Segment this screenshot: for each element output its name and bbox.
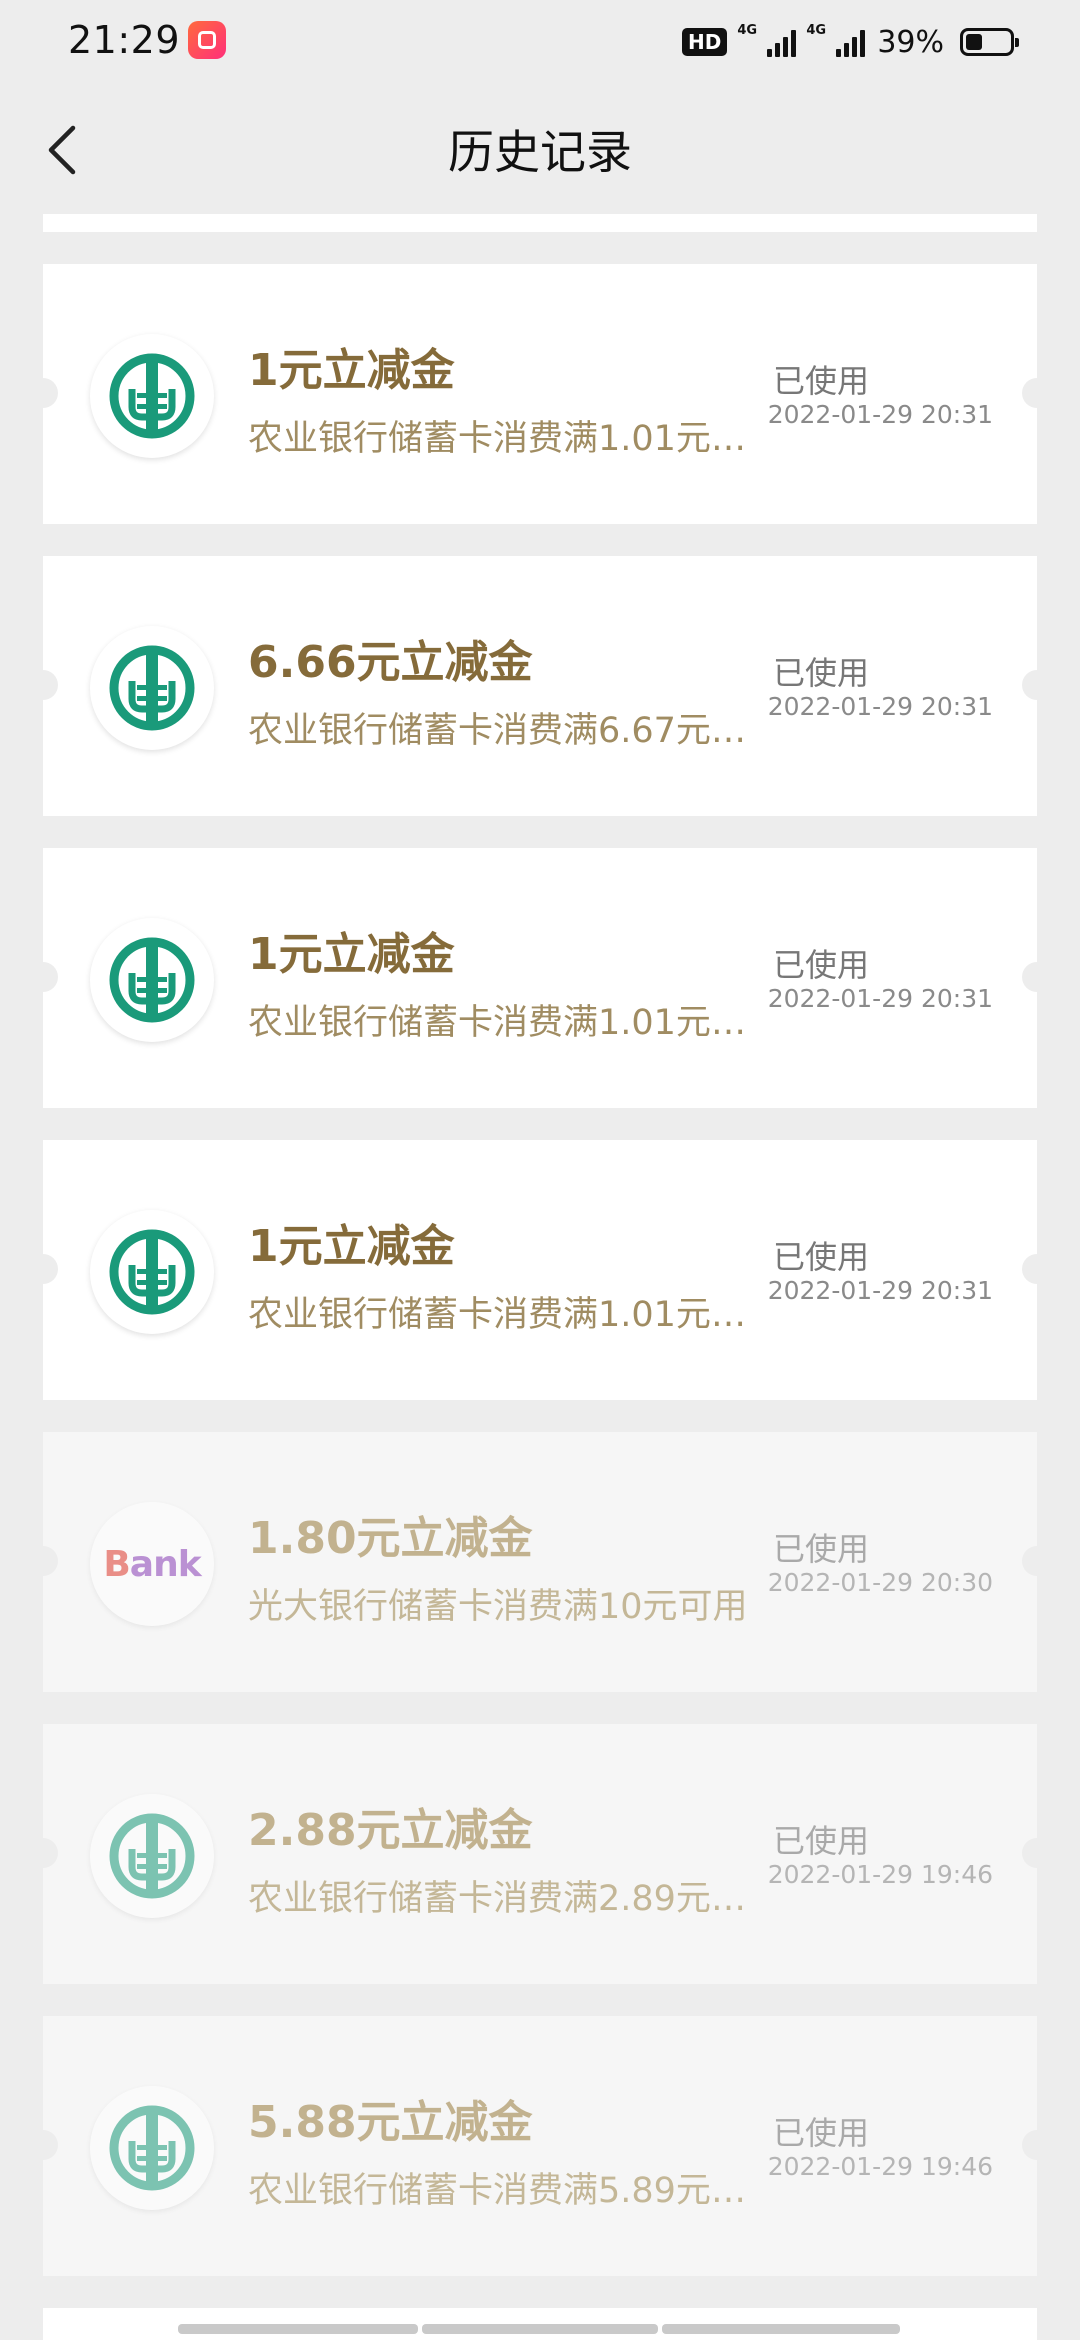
coupon-status: 已使用 xyxy=(772,1822,869,1860)
card-notch xyxy=(43,378,58,408)
card-notch xyxy=(43,1838,58,1868)
coupon-description: 农业银行储蓄卡消费满6.67元可用 xyxy=(248,711,768,751)
coupon-description: 光大银行储蓄卡消费满10元可用 xyxy=(248,1587,748,1627)
card-notch xyxy=(1022,670,1037,700)
coupon-title: 1元立减金 xyxy=(248,929,455,980)
coupon-status: 已使用 xyxy=(772,946,869,984)
card-notch xyxy=(43,1546,58,1576)
coupon-status: 已使用 xyxy=(772,1530,869,1568)
nav-bar: 历史记录 xyxy=(0,84,1080,214)
coupon-status: 已使用 xyxy=(772,362,869,400)
coupon-description: 农业银行储蓄卡消费满1.01元可用 xyxy=(248,1003,768,1043)
coupon-list[interactable]: 1元立减金 农业银行储蓄卡消费满1.01元可用 已使用 2022-01-29 20:3… xyxy=(43,214,1037,2340)
card-notch xyxy=(1022,378,1037,408)
coupon-card[interactable]: 1元立减金农业银行储蓄卡消费满1.01元可用 已使用 2022-01-29 20:3… xyxy=(43,1140,1037,1400)
coupon-title: 1元立减金 xyxy=(248,345,455,396)
coupon-used-time: 2022-01-29 20:31 xyxy=(767,692,993,721)
abc-bank-icon xyxy=(90,626,214,750)
page-title: 历史记录 xyxy=(448,125,632,179)
abc-bank-icon xyxy=(90,918,214,1042)
bottom-scroll-indicator xyxy=(178,2324,418,2334)
card-notch xyxy=(1022,1254,1037,1284)
coupon-card[interactable]: 5.88元立减金农业银行储蓄卡消费满5.89元可用 已使用 2022-01-29 1… xyxy=(43,2016,1037,2276)
coupon-card[interactable]: 1元立减金农业银行储蓄卡消费满1.01元可用 已使用 2022-01-29 20:3… xyxy=(43,264,1037,524)
coupon-title: 1元立减金 xyxy=(248,1221,455,1272)
app-notification-icon xyxy=(188,21,226,59)
signal-icon-2: 4G xyxy=(806,23,866,57)
coupon-card[interactable]: Bank 1.80元立减金光大银行储蓄卡消费满10元可用 已使用 2022-01-29… xyxy=(43,1432,1037,1692)
abc-bank-icon xyxy=(90,1210,214,1334)
coupon-card[interactable]: 1元立减金农业银行储蓄卡消费满1.01元可用 已使用 2022-01-29 20:3… xyxy=(43,848,1037,1108)
coupon-status: 已使用 xyxy=(772,654,869,692)
coupon-card[interactable]: 6.66元立减金农业银行储蓄卡消费满6.67元可用 已使用 2022-01-29 2… xyxy=(43,556,1037,816)
card-notch xyxy=(43,1254,58,1284)
bank-logo-icon: Bank xyxy=(90,1502,214,1626)
coupon-used-time: 2022-01-29 20:31 xyxy=(767,1276,993,1305)
coupon-description: 农业银行储蓄卡消费满2.89元可用 xyxy=(248,1879,768,1919)
coupon-used-time: 2022-01-29 20:30 xyxy=(767,1568,993,1597)
hd-icon: HD xyxy=(681,28,728,56)
card-notch xyxy=(1022,1546,1037,1576)
card-notch xyxy=(43,670,58,700)
abc-bank-icon xyxy=(90,2086,214,2210)
card-notch xyxy=(43,2130,58,2160)
abc-bank-icon xyxy=(90,1794,214,1918)
coupon-title: 5.88元立减金 xyxy=(248,2097,533,2148)
card-notch xyxy=(1022,1838,1037,1868)
battery-icon xyxy=(960,28,1019,56)
bottom-scroll-indicator xyxy=(422,2324,658,2334)
coupon-status: 已使用 xyxy=(772,2114,869,2152)
coupon-title: 2.88元立减金 xyxy=(248,1805,533,1856)
previous-card-edge xyxy=(43,214,1037,232)
status-icons: HD 4G 4G 39% xyxy=(681,18,1019,66)
coupon-status: 已使用 xyxy=(772,1238,869,1276)
coupon-used-time: 2022-01-29 20:31 xyxy=(767,400,993,429)
coupon-used-time: 2022-01-29 19:46 xyxy=(767,1860,993,1889)
coupon-description: 农业银行储蓄卡消费满1.01元可用 xyxy=(248,419,768,459)
coupon-description: 农业银行储蓄卡消费满1.01元可用 xyxy=(248,1295,768,1335)
coupon-card[interactable]: 2.88元立减金农业银行储蓄卡消费满2.89元可用 已使用 2022-01-29 1… xyxy=(43,1724,1037,1984)
signal-icon: 4G xyxy=(737,23,797,57)
bottom-scroll-indicator xyxy=(662,2324,900,2334)
card-notch xyxy=(1022,2130,1037,2160)
abc-bank-icon xyxy=(90,334,214,458)
coupon-used-time: 2022-01-29 20:31 xyxy=(767,984,993,1013)
card-notch xyxy=(1022,962,1037,992)
coupon-used-time: 2022-01-29 19:46 xyxy=(767,2152,993,2181)
status-bar: 21:29 HD 4G 4G 39% xyxy=(0,0,1080,84)
coupon-title: 6.66元立减金 xyxy=(248,637,533,688)
coupon-description: 农业银行储蓄卡消费满5.89元可用 xyxy=(248,2171,768,2211)
battery-percent: 39% xyxy=(877,24,944,60)
coupon-title: 1.80元立减金 xyxy=(248,1513,533,1564)
status-time: 21:29 xyxy=(68,18,181,62)
card-notch xyxy=(43,962,58,992)
